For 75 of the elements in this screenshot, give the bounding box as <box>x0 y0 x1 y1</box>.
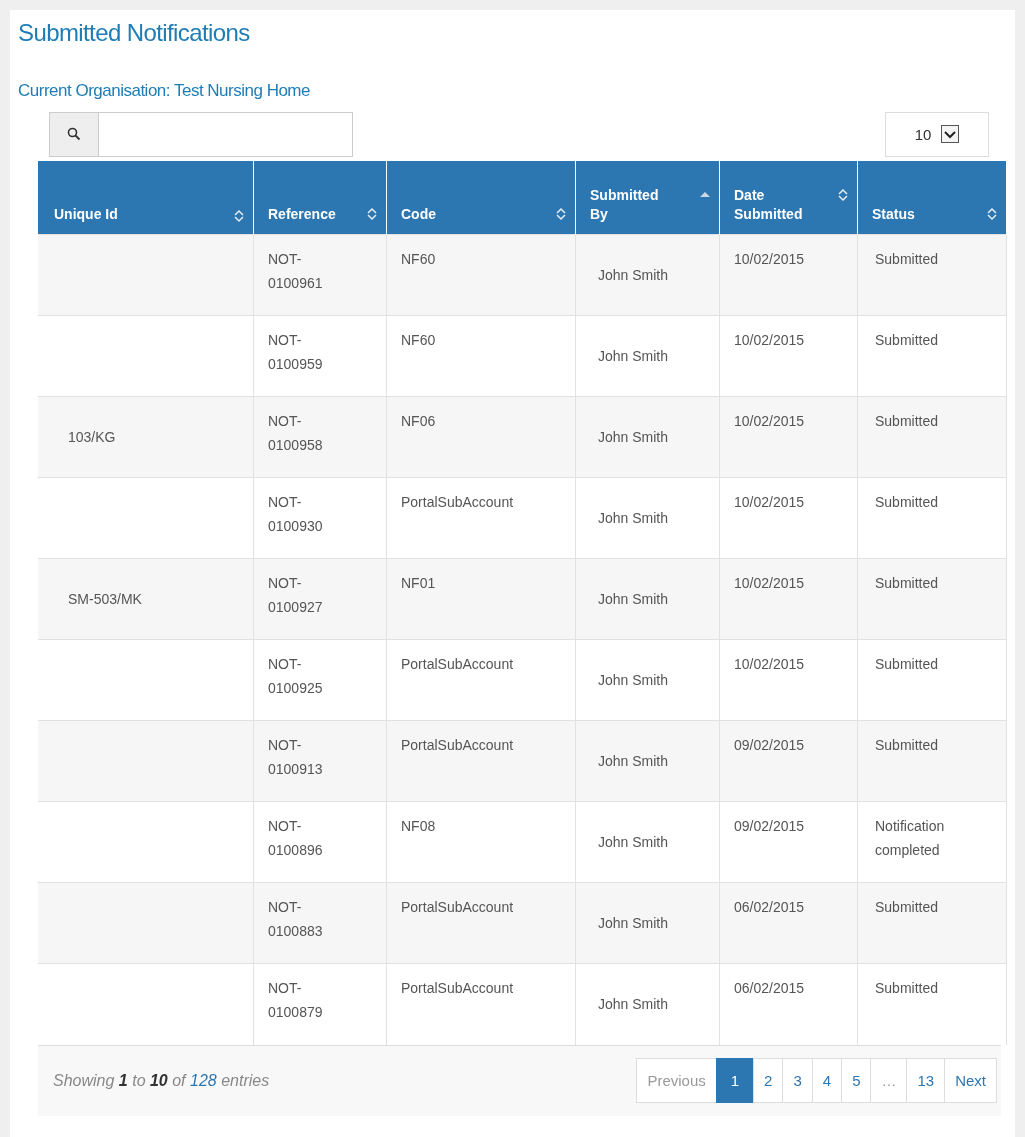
sort-icon <box>555 207 567 221</box>
table-cell-text: NOT-0100879 <box>268 979 324 1022</box>
table-cell-text: NOT-0100959 <box>268 331 324 374</box>
table-cell-text: 09/02/2015 <box>734 736 805 755</box>
table-cell-text: John Smith <box>598 590 669 609</box>
table-cell-text: NF60 <box>401 331 436 350</box>
table-cell-text: 06/02/2015 <box>734 979 805 998</box>
table-cell-text: 10/02/2015 <box>734 574 805 593</box>
table-cell-text: NOT-0100927 <box>268 574 324 617</box>
table-cell-text: 10/02/2015 <box>734 331 805 350</box>
table-cell-text: 10/02/2015 <box>734 493 805 512</box>
search-field[interactable] <box>49 111 353 157</box>
table-cell-text: NF06 <box>401 412 436 431</box>
table-cell-text: PortalSubAccount <box>401 898 514 917</box>
sort-icon <box>986 207 998 221</box>
table-cell-text: Submitted <box>875 493 939 512</box>
table-cell-text: John Smith <box>598 266 669 285</box>
table-cell-text: Submitted <box>875 331 939 350</box>
table-cell-text: John Smith <box>598 671 669 690</box>
table-cell-text: Submitted <box>875 574 939 593</box>
column-header[interactable]: Code <box>386 161 576 235</box>
table-cell-text: NF08 <box>401 817 436 836</box>
sort-icon <box>233 208 245 223</box>
column-header[interactable]: Status <box>857 161 1007 235</box>
table-cell-text: PortalSubAccount <box>401 979 514 998</box>
table-cell-text: John Smith <box>598 509 669 528</box>
page-button[interactable]: 5 <box>841 1058 872 1103</box>
page-size-select[interactable]: 10 <box>885 111 989 157</box>
table-cell-text: Notification completed <box>875 817 946 860</box>
table-cell-text: NOT-0100913 <box>268 736 324 779</box>
table-cell-text: 10/02/2015 <box>734 655 805 674</box>
table-cell-text: NOT-0100925 <box>268 655 324 698</box>
sort-icon <box>837 188 849 202</box>
page-button[interactable]: Next <box>944 1058 997 1103</box>
entries-info: Showing 1 to 10 of 128 entries <box>53 1071 270 1090</box>
page-title: Submitted Notifications <box>18 18 251 47</box>
search-icon <box>67 127 81 141</box>
table-cell-text: NF60 <box>401 250 436 269</box>
table-cell-text: 09/02/2015 <box>734 817 805 836</box>
page-button[interactable]: 13 <box>906 1058 946 1103</box>
organisation-label: Current Organisation: Test Nursing Home <box>18 81 311 101</box>
table-cell-text: NF01 <box>401 574 436 593</box>
page-button[interactable]: 3 <box>782 1058 813 1103</box>
table-cell-text: PortalSubAccount <box>401 493 514 512</box>
table-cell-text: 06/02/2015 <box>734 898 805 917</box>
table-cell-text: Submitted <box>875 250 939 269</box>
column-header[interactable]: Submitted By <box>575 161 720 235</box>
table-cell-text: John Smith <box>598 833 669 852</box>
table-cell-text: Submitted <box>875 979 939 998</box>
table-cell-text: NOT-0100883 <box>268 898 324 941</box>
table-cell-text: SM-503/MK <box>68 590 142 609</box>
table-cell-text: 10/02/2015 <box>734 250 805 269</box>
table-cell-text: NOT-0100961 <box>268 250 324 293</box>
column-header[interactable]: Reference <box>253 161 387 235</box>
caret-icon <box>941 125 960 143</box>
table-cell-text: NOT-0100930 <box>268 493 324 536</box>
table-cell-text: PortalSubAccount <box>401 736 514 755</box>
page-button[interactable]: 2 <box>753 1058 784 1103</box>
column-header[interactable]: Date Submitted <box>719 161 858 235</box>
table-cell-text: 103/KG <box>68 428 116 447</box>
sort-icon <box>366 207 378 221</box>
table-cell-text: John Smith <box>598 347 669 366</box>
table-cell-text: Submitted <box>875 412 939 431</box>
table-cell-text: Submitted <box>875 736 939 755</box>
table-cell-text: Submitted <box>875 898 939 917</box>
column-header[interactable]: Unique Id <box>38 161 254 235</box>
table-cell-text: 10/02/2015 <box>734 412 805 431</box>
table-cell-text: PortalSubAccount <box>401 655 514 674</box>
table-cell-text: NOT-0100896 <box>268 817 324 860</box>
table-cell-text: Submitted <box>875 655 939 674</box>
table-cell-text: John Smith <box>598 752 669 771</box>
table-cell-text: NOT-0100958 <box>268 412 324 455</box>
table-cell-text: John Smith <box>598 914 669 933</box>
table-cell-text: John Smith <box>598 995 669 1015</box>
table-cell-text: John Smith <box>598 428 669 447</box>
